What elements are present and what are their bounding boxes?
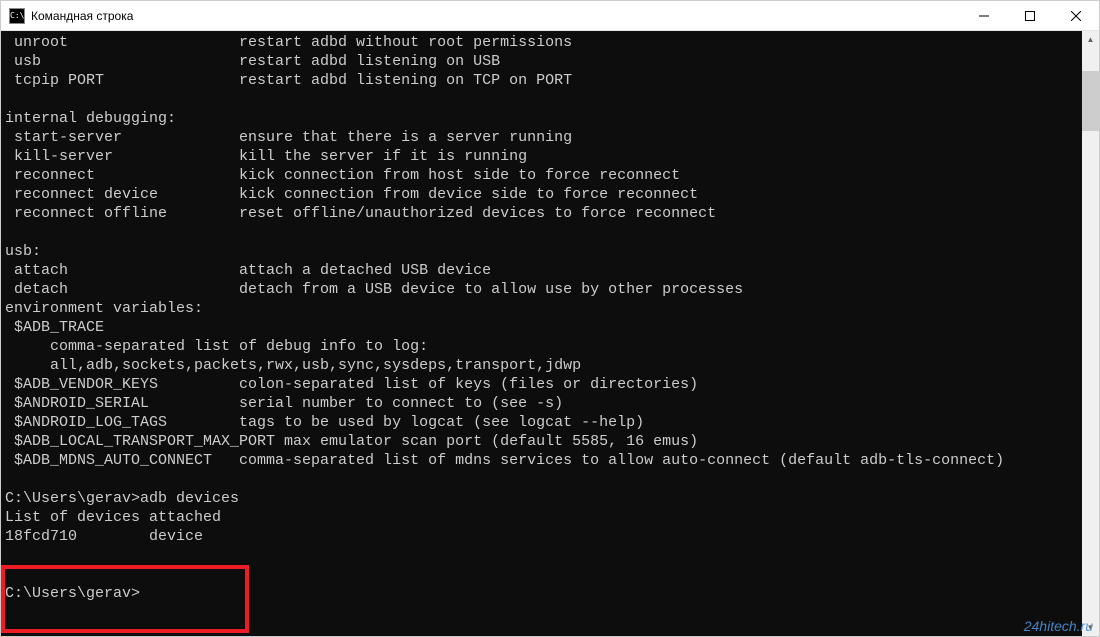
- minimize-button[interactable]: [961, 1, 1007, 31]
- app-icon: C:\: [9, 8, 25, 24]
- window-title: Командная строка: [31, 9, 133, 23]
- console-area[interactable]: unroot restart adbd without root permiss…: [1, 31, 1099, 636]
- scroll-up-arrow-icon[interactable]: ▲: [1082, 31, 1099, 48]
- watermark-text: 24hitech.ru: [1024, 618, 1093, 634]
- console-output: unroot restart adbd without root permiss…: [1, 31, 1082, 636]
- vertical-scrollbar[interactable]: ▲ ▼: [1082, 31, 1099, 636]
- scrollbar-thumb[interactable]: [1082, 71, 1099, 131]
- close-button[interactable]: [1053, 1, 1099, 31]
- maximize-button[interactable]: [1007, 1, 1053, 31]
- command-prompt-window: C:\ Командная строка unroot restart adbd…: [0, 0, 1100, 637]
- titlebar[interactable]: C:\ Командная строка: [1, 1, 1099, 31]
- prompt[interactable]: C:\Users\gerav>: [5, 585, 140, 602]
